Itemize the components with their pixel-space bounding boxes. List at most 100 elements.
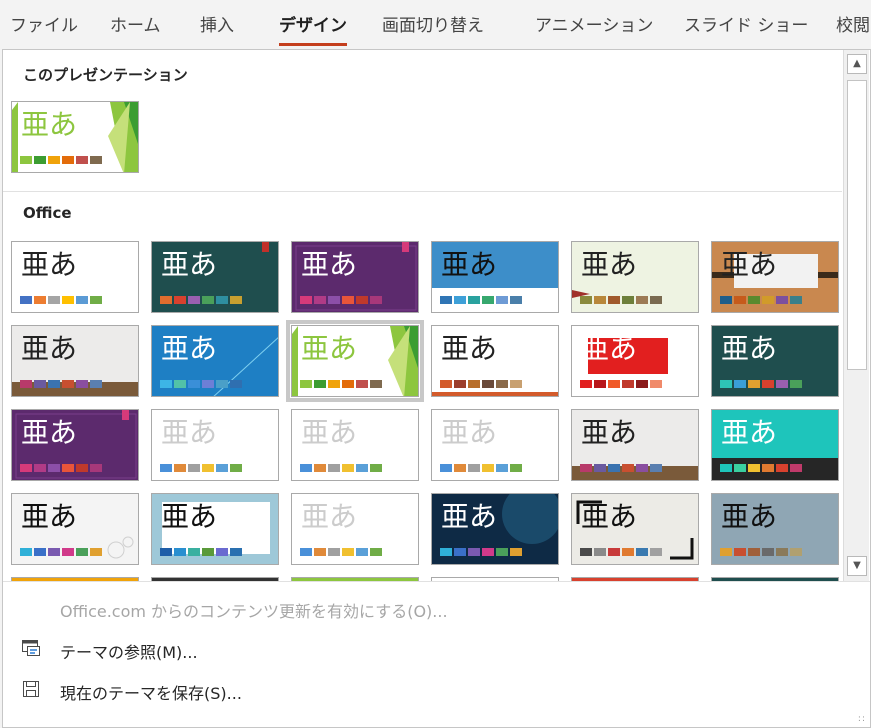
theme-thumbnail-blue-gradient[interactable]: 亜あ — [151, 325, 279, 397]
theme-thumbnail-faded-2[interactable]: 亜あ — [291, 409, 419, 481]
theme-thumbnail-slate[interactable]: 亜あ — [711, 493, 839, 565]
color-swatch — [594, 380, 606, 388]
color-swatch — [34, 156, 46, 164]
theme-thumbnail-frame-black[interactable]: 亜あ — [571, 493, 699, 565]
theme-thumbnail-wood-band[interactable]: 亜あ — [711, 241, 839, 313]
color-swatches — [160, 464, 242, 472]
color-swatch — [510, 380, 522, 388]
color-swatch — [174, 296, 186, 304]
color-swatch — [440, 548, 452, 556]
scroll-up-button[interactable]: ▲ — [847, 54, 867, 74]
color-swatches — [440, 548, 522, 556]
color-swatch — [734, 380, 746, 388]
color-swatches — [300, 296, 382, 304]
theme-thumbnail-dark-blue[interactable]: 亜あ — [431, 493, 559, 565]
theme-thumbnail-red-block[interactable]: 亜あ — [571, 325, 699, 397]
color-swatch — [188, 464, 200, 472]
theme-thumbnail-dark-teal-2[interactable]: 亜あ — [711, 325, 839, 397]
color-swatch — [76, 156, 88, 164]
theme-sample-text: 亜あ — [441, 332, 498, 365]
color-swatch — [356, 380, 368, 388]
theme-thumbnail-purple-frame[interactable]: 亜あ — [291, 241, 419, 313]
theme-thumbnail-faded-3[interactable]: 亜あ — [431, 409, 559, 481]
color-swatch — [356, 296, 368, 304]
theme-thumbnail-green-facet[interactable]: 亜あ — [286, 320, 424, 402]
theme-thumbnail-dark-teal[interactable]: 亜あ — [151, 241, 279, 313]
theme-sample-text: 亜あ — [21, 416, 78, 449]
tab-transitions[interactable]: 画面切り替え — [382, 11, 484, 36]
color-swatch — [440, 380, 452, 388]
color-swatch — [510, 548, 522, 556]
color-swatch — [580, 380, 592, 388]
color-swatch — [230, 464, 242, 472]
color-swatches — [720, 548, 802, 556]
tab-insert[interactable]: 挿入 — [200, 11, 234, 36]
scroll-down-button[interactable]: ▼ — [847, 556, 867, 576]
color-swatch — [90, 548, 102, 556]
section-divider — [3, 191, 842, 192]
browse-theme-icon — [22, 640, 40, 656]
theme-thumbnail-orange-line[interactable]: 亜あ — [431, 325, 559, 397]
color-swatch — [90, 156, 102, 164]
color-swatch — [300, 380, 312, 388]
color-swatch — [34, 296, 46, 304]
tab-design[interactable]: デザイン — [279, 11, 347, 46]
tab-file[interactable]: ファイル — [10, 11, 78, 36]
theme-sample-text: 亜あ — [161, 416, 218, 449]
theme-sample-text: 亜あ — [581, 332, 638, 365]
color-swatch — [482, 548, 494, 556]
theme-thumbnail-purple-frame-2[interactable]: 亜あ — [11, 409, 139, 481]
theme-thumbnail-office-theme[interactable]: 亜あ — [11, 241, 139, 313]
color-swatch — [76, 548, 88, 556]
save-current-theme-button[interactable]: 現在のテーマを保存(S)... — [3, 671, 869, 707]
color-swatch — [762, 464, 774, 472]
theme-thumbnail-sage[interactable]: 亜あ — [571, 241, 699, 313]
current-presentation-theme[interactable]: 亜あ — [11, 101, 139, 173]
color-swatch — [762, 548, 774, 556]
color-swatches — [20, 296, 102, 304]
color-swatches — [720, 464, 802, 472]
theme-thumbnail-drops[interactable]: 亜あ — [11, 493, 139, 565]
theme-thumbnail-gray-wood[interactable]: 亜あ — [11, 325, 139, 397]
color-swatch — [314, 380, 326, 388]
theme-thumbnail-faded-1[interactable]: 亜あ — [151, 409, 279, 481]
theme-thumbnail-teal-dark[interactable]: 亜あ — [711, 409, 839, 481]
color-swatch — [76, 296, 88, 304]
vertical-scrollbar[interactable]: ▲ ▼ — [843, 50, 869, 581]
color-swatch — [174, 464, 186, 472]
resize-grip-icon[interactable]: :: — [858, 714, 866, 724]
color-swatch — [300, 296, 312, 304]
theme-thumbnail-gray-wood-2[interactable]: 亜あ — [571, 409, 699, 481]
color-swatch — [762, 380, 774, 388]
color-swatch — [90, 380, 102, 388]
color-swatch — [20, 296, 32, 304]
tab-slideshow[interactable]: スライド ショー — [684, 11, 808, 36]
color-swatch — [454, 296, 466, 304]
color-swatch — [342, 296, 354, 304]
color-swatch — [202, 380, 214, 388]
color-swatch — [90, 464, 102, 472]
color-swatch — [216, 380, 228, 388]
color-swatches — [20, 380, 102, 388]
color-swatch — [790, 548, 802, 556]
color-swatch — [482, 380, 494, 388]
color-swatch — [622, 296, 634, 304]
color-swatch — [468, 464, 480, 472]
color-swatch — [650, 464, 662, 472]
theme-thumbnail-faded-4[interactable]: 亜あ — [291, 493, 419, 565]
chevron-down-icon: ▼ — [853, 560, 861, 571]
color-swatch — [720, 464, 732, 472]
scrollbar-thumb[interactable] — [847, 80, 867, 370]
color-swatch — [174, 548, 186, 556]
color-swatches — [160, 380, 242, 388]
color-swatches — [720, 380, 802, 388]
tab-home[interactable]: ホーム — [110, 11, 161, 36]
theme-thumbnail-blue-pattern-2[interactable]: 亜あ — [151, 493, 279, 565]
theme-thumbnail-blue-pattern[interactable]: 亜あ — [431, 241, 559, 313]
theme-gallery-panel: このプレゼンテーション 亜あ Office 亜あ 亜あ 亜あ 亜あ 亜あ 亜あ 亜あ 亜あ 亜あ… — [2, 49, 871, 728]
tab-review[interactable]: 校閲 — [836, 11, 870, 36]
color-swatch — [76, 380, 88, 388]
tab-animations[interactable]: アニメーション — [535, 11, 653, 36]
color-swatch — [636, 296, 648, 304]
browse-themes-button[interactable]: テーマの参照(M)... — [3, 630, 869, 666]
